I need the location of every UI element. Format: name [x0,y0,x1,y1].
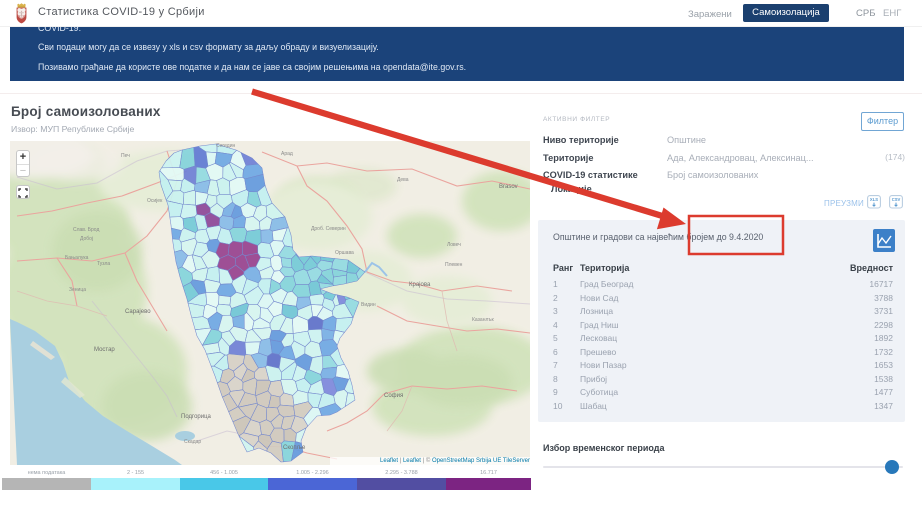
svg-text:Ловеч: Ловеч [447,242,461,248]
svg-text:Добој: Добој [80,236,93,242]
svg-text:Зеница: Зеница [69,287,86,293]
svg-text:Плевен: Плевен [445,262,463,268]
svg-text:Сегедин: Сегедин [216,143,235,149]
svg-text:Крајова: Крајова [409,282,431,288]
svg-text:Скопље: Скопље [283,445,306,451]
svg-text:XLS: XLS [870,197,878,202]
svg-text:Сарајево: Сарајево [125,309,151,315]
svg-text:Скадар: Скадар [184,439,201,445]
svg-text:CSV: CSV [892,197,901,202]
svg-text:Казанлък: Казанлък [472,317,495,323]
svg-text:Дроб. Северин: Дроб. Северин [311,226,346,232]
svg-text:София: София [384,393,403,399]
svg-text:Подгорица: Подгорица [181,414,212,420]
svg-text:Оршава: Оршава [335,250,354,256]
svg-text:Мостар: Мостар [94,347,115,353]
svg-text:Арад: Арад [281,151,293,157]
svg-text:Бањалука: Бањалука [65,255,89,261]
svg-text:Осијек: Осијек [147,198,163,204]
svg-text:Видин: Видин [361,302,376,308]
svg-text:Печ: Печ [121,153,130,159]
svg-text:Слав. Брод: Слав. Брод [73,227,99,233]
svg-text:Тузла: Тузла [97,261,110,267]
svg-text:Дева: Дева [397,177,409,183]
svg-text:Brasov: Brasov [499,184,518,190]
